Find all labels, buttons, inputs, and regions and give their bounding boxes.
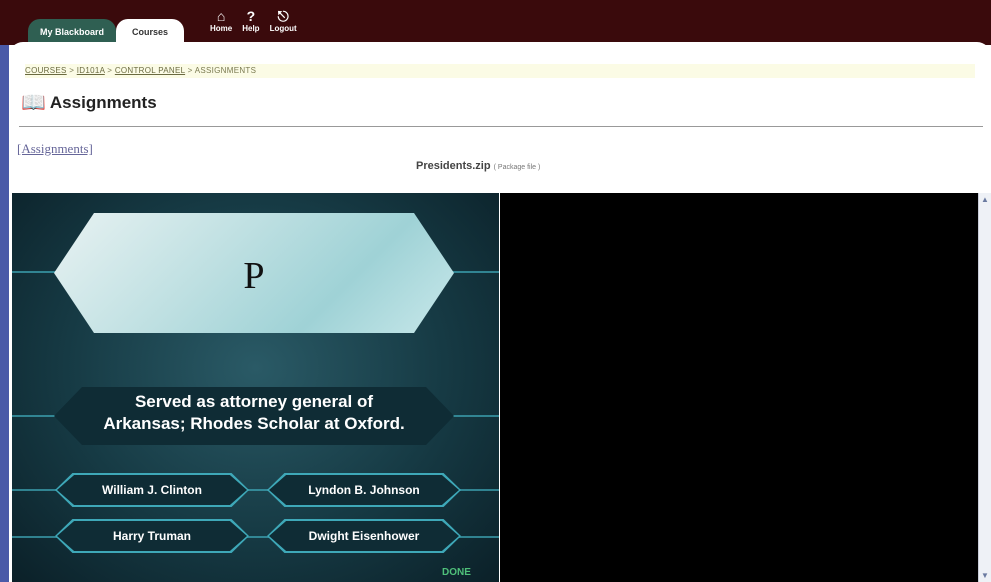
top-icon-group: ⌂ Home ? Help ⎋ Logout [210, 8, 297, 42]
breadcrumb-courses[interactable]: COURSES [25, 66, 67, 75]
help-button[interactable]: ? Help [242, 8, 259, 42]
assignments-link[interactable]: [Assignments] [17, 141, 93, 157]
home-button[interactable]: ⌂ Home [210, 8, 232, 42]
file-type: ( Package file ) [493, 164, 541, 171]
file-name[interactable]: Presidents.zip [416, 160, 491, 172]
package-file: Presidents.zip ( Package file ) [416, 160, 540, 172]
logout-label: Logout [269, 24, 297, 33]
home-label: Home [210, 24, 233, 33]
answer-option-d[interactable]: Dwight Eisenhower [269, 521, 459, 551]
question-line: Served as attorney general of [134, 392, 374, 411]
home-icon: ⌂ [216, 8, 226, 24]
breadcrumb-separator: > [69, 66, 75, 75]
answer-option-c[interactable]: Harry Truman [57, 521, 247, 551]
content-viewer-pane [500, 193, 978, 582]
answer-option-b[interactable]: Lyndon B. Johnson [269, 475, 459, 505]
content-panel: COURSES > ID101A > CONTROL PANEL > ASSIG… [9, 42, 991, 192]
divider [19, 126, 983, 127]
scroll-up-icon[interactable]: ▲ [981, 195, 989, 204]
scroll-down-icon[interactable]: ▼ [981, 571, 989, 580]
letter-clue: P [243, 255, 265, 297]
breadcrumb-course[interactable]: ID101A [77, 66, 105, 75]
vertical-scrollbar[interactable]: ▲ ▼ [978, 193, 991, 582]
answer-option-a[interactable]: William J. Clinton [57, 475, 247, 505]
page-header: 📖 Assignments [21, 90, 157, 115]
breadcrumb: COURSES > ID101A > CONTROL PANEL > ASSIG… [25, 64, 975, 78]
breadcrumb-control-panel[interactable]: CONTROL PANEL [115, 66, 185, 75]
help-label: Help [242, 24, 260, 33]
window-left-border [0, 0, 9, 582]
breadcrumb-separator: > [187, 66, 193, 75]
book-icon: 📖 [21, 92, 46, 114]
letter-banner: P [54, 213, 454, 333]
question-line: Arkansas; Rhodes Scholar at Oxford. [103, 414, 405, 433]
top-navigation-bar: My Blackboard Courses ⌂ Home ? Help ⎋ Lo… [0, 0, 991, 45]
question-text: Served as attorney general of Arkansas; … [62, 391, 446, 435]
done-button[interactable]: DONE [442, 567, 471, 578]
help-icon: ? [246, 8, 256, 24]
breadcrumb-separator: > [107, 66, 113, 75]
quiz-game-frame: P Served as attorney general of Arkansas… [12, 193, 499, 582]
breadcrumb-current: ASSIGNMENTS [194, 66, 257, 75]
logout-button[interactable]: ⎋ Logout [270, 8, 297, 42]
page-title: Assignments [49, 92, 157, 112]
logout-icon: ⎋ [277, 8, 289, 24]
